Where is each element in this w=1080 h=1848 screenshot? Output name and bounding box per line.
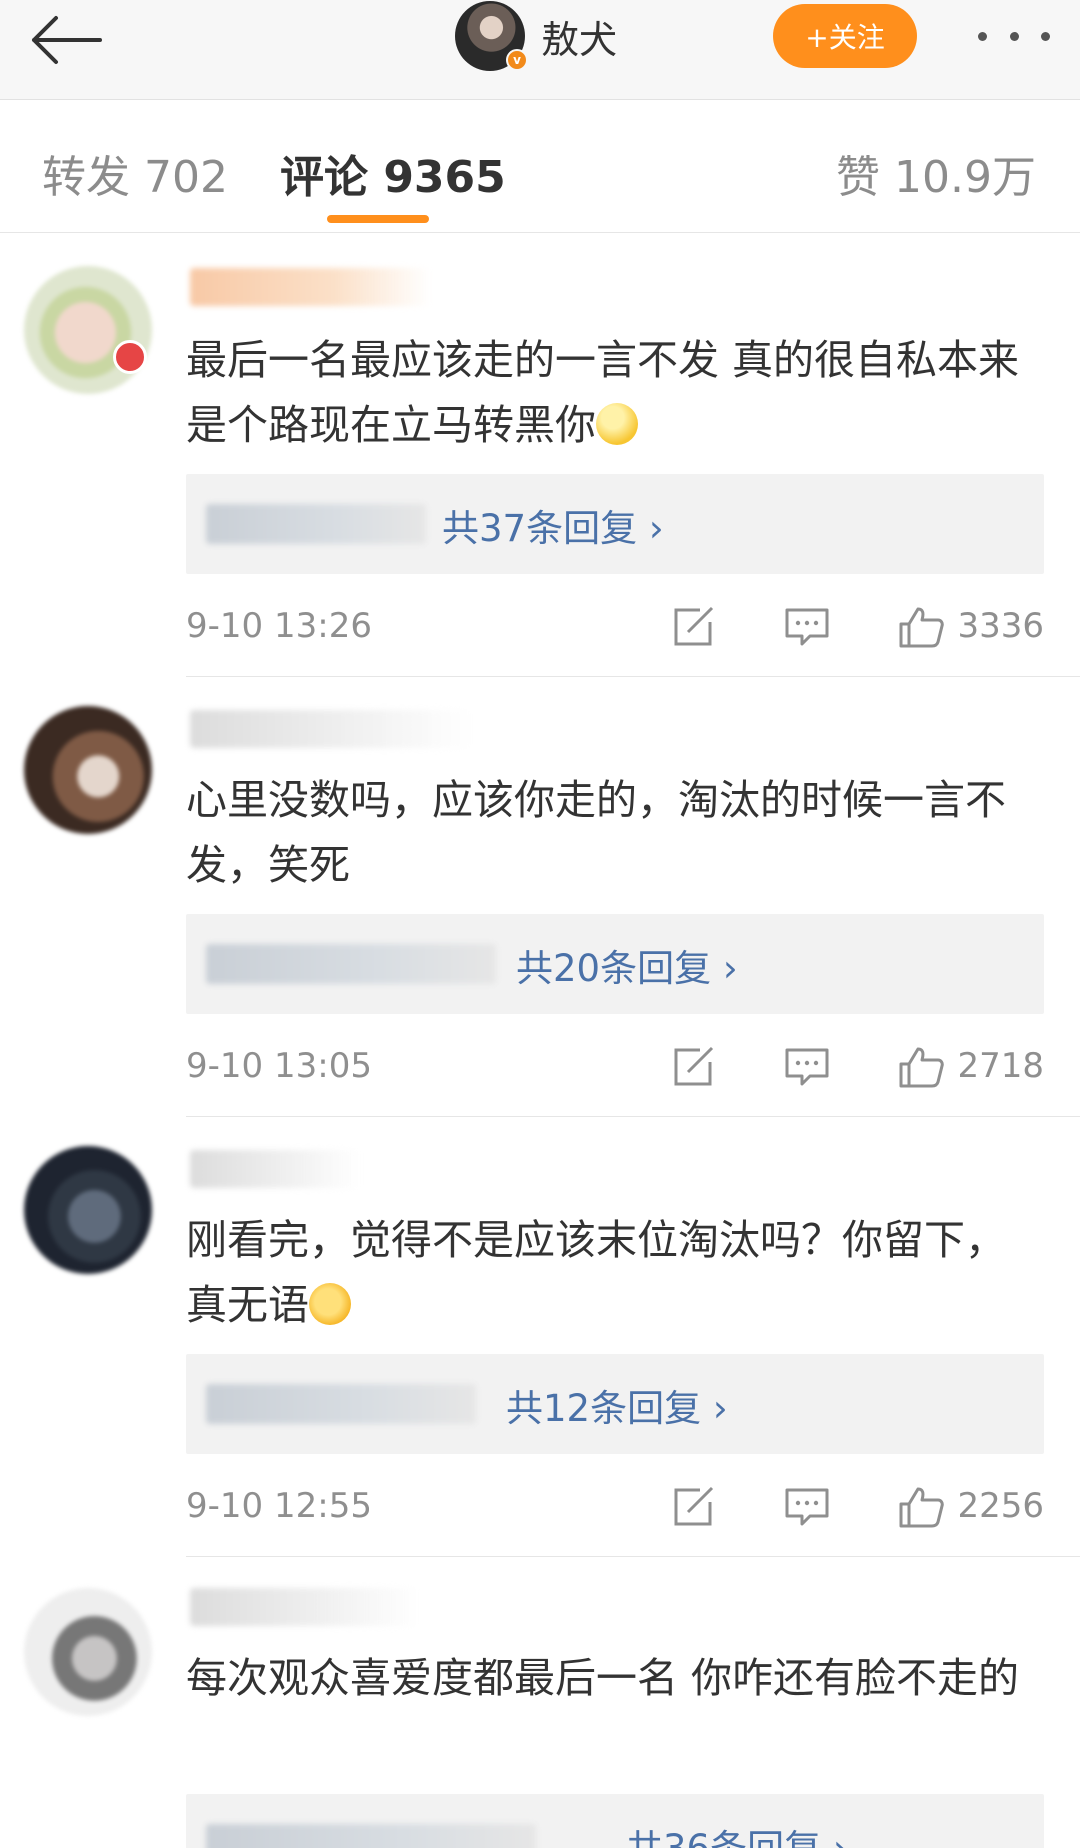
username-blurred[interactable] bbox=[190, 268, 430, 306]
view-replies-link[interactable]: 共37条回复 › bbox=[442, 498, 664, 552]
top-bar: v 敖犬 +关注 bbox=[0, 0, 1080, 100]
repost-icon[interactable] bbox=[670, 1486, 716, 1528]
thinking-face-icon bbox=[596, 403, 638, 445]
replies-preview[interactable]: 共36条回复 › bbox=[186, 1794, 1044, 1848]
divider bbox=[186, 1556, 1080, 1557]
tab-repost[interactable]: 转发 702 bbox=[42, 141, 228, 205]
post-tabs: 转发 702 评论 9365 赞 10.9万 bbox=[0, 101, 1080, 233]
comment-icon[interactable] bbox=[784, 606, 830, 648]
comment-meta: 9-10 12:55 2256 bbox=[186, 1482, 1044, 1532]
tab-comments[interactable]: 评论 9365 bbox=[280, 141, 506, 205]
reply-author-blurred bbox=[206, 504, 426, 544]
username-blurred[interactable] bbox=[190, 1588, 420, 1626]
like-icon[interactable] bbox=[898, 1046, 944, 1088]
like-count: 2256 bbox=[957, 1486, 1044, 1526]
avatar[interactable] bbox=[24, 1146, 152, 1274]
repost-icon[interactable] bbox=[670, 606, 716, 648]
reply-author-blurred bbox=[206, 1384, 476, 1424]
comment-time: 9-10 13:05 bbox=[186, 1046, 372, 1086]
like-count: 3336 bbox=[957, 606, 1044, 646]
comment-text: 最后一名最应该走的一言不发 真的很自私本来是个路现在立马转黑你 bbox=[186, 328, 1046, 458]
like-icon[interactable] bbox=[898, 606, 944, 648]
comment-icon[interactable] bbox=[784, 1046, 830, 1088]
comment-text-content: 刚看完，觉得不是应该末位淘汰吗？你留下，真无语 bbox=[186, 1216, 1006, 1329]
reply-author-blurred bbox=[206, 1824, 536, 1848]
like-icon[interactable] bbox=[898, 1486, 944, 1528]
comment-text: 心里没数吗，应该你走的，淘汰的时候一言不发，笑死 bbox=[186, 776, 1006, 889]
comment-meta: 9-10 13:26 3336 bbox=[186, 602, 1044, 652]
comment-time: 9-10 13:26 bbox=[186, 606, 372, 646]
account-name[interactable]: 敖犬 bbox=[541, 9, 617, 64]
account-profile[interactable]: v 敖犬 bbox=[455, 0, 617, 72]
repost-icon[interactable] bbox=[670, 1046, 716, 1088]
comment-text: 刚看完，觉得不是应该末位淘汰吗？你留下，真无语 bbox=[186, 1208, 1046, 1338]
active-tab-indicator bbox=[327, 215, 429, 223]
view-replies-link[interactable]: 共12条回复 › bbox=[506, 1378, 728, 1432]
view-replies-link[interactable]: 共36条回复 › bbox=[626, 1818, 848, 1848]
replies-preview[interactable]: 共37条回复 › bbox=[186, 474, 1044, 574]
view-replies-link[interactable]: 共20条回复 › bbox=[516, 938, 738, 992]
divider bbox=[186, 676, 1080, 677]
account-avatar[interactable]: v bbox=[455, 1, 528, 71]
avatar[interactable] bbox=[24, 706, 152, 834]
reply-author-blurred bbox=[206, 944, 496, 984]
avatar[interactable] bbox=[24, 266, 152, 394]
avatar[interactable] bbox=[24, 1588, 152, 1716]
comment-meta: 9-10 13:05 2718 bbox=[186, 1042, 1044, 1092]
comment-icon[interactable] bbox=[784, 1486, 830, 1528]
divider bbox=[186, 1116, 1080, 1117]
back-arrow-icon[interactable] bbox=[26, 10, 106, 70]
like-count: 2718 bbox=[957, 1046, 1044, 1086]
username-blurred[interactable] bbox=[190, 710, 470, 748]
follow-button[interactable]: +关注 bbox=[773, 4, 917, 68]
comment-time: 9-10 12:55 bbox=[186, 1486, 372, 1526]
comment-text: 每次观众喜爱度都最后一名 你咋还有脸不走的 bbox=[186, 1654, 1020, 1702]
downcast-sweat-face-icon bbox=[309, 1283, 351, 1325]
member-badge-icon bbox=[113, 340, 147, 374]
verified-badge-icon: v bbox=[506, 49, 528, 71]
replies-preview[interactable]: 共20条回复 › bbox=[186, 914, 1044, 1014]
more-options-icon[interactable] bbox=[978, 26, 1050, 46]
username-blurred[interactable] bbox=[190, 1150, 360, 1188]
tab-likes[interactable]: 赞 10.9万 bbox=[836, 141, 1036, 205]
replies-preview[interactable]: 共12条回复 › bbox=[186, 1354, 1044, 1454]
